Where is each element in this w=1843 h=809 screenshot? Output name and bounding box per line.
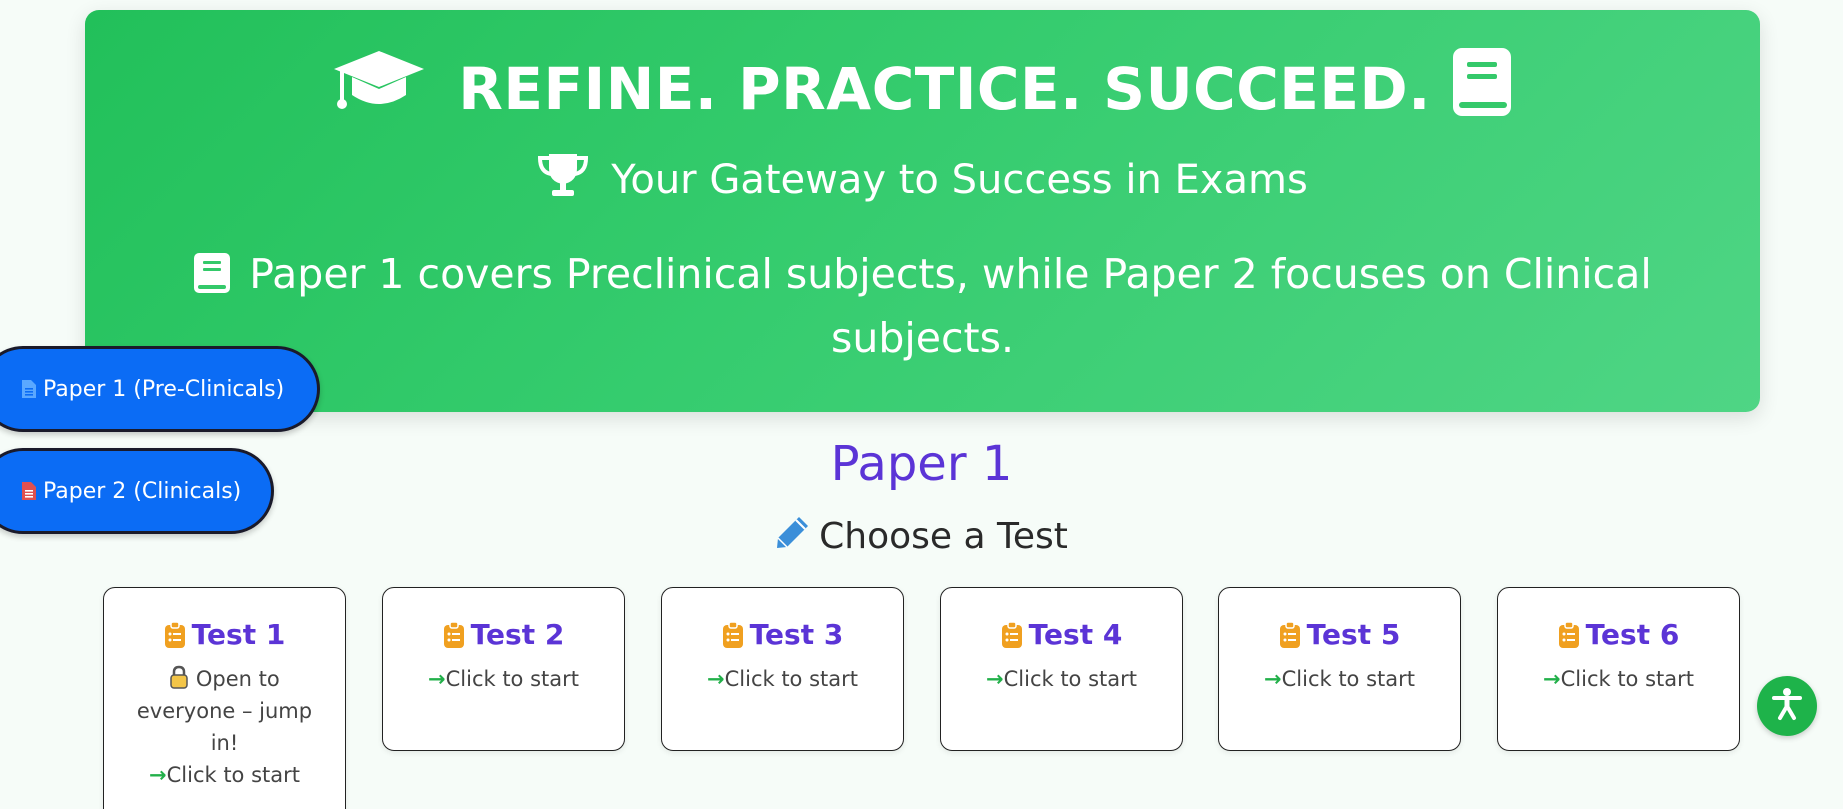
book-icon [1451, 46, 1513, 132]
start-link-text: Click to start [166, 763, 300, 787]
clipboard-icon [443, 620, 464, 648]
pencil-icon [775, 514, 819, 559]
test-title: Test 4 [941, 618, 1182, 651]
start-link[interactable]: →Click to start [383, 663, 624, 695]
choose-test-label: Choose a Test [819, 516, 1068, 557]
test-note-text: Open to everyone – jump in! [136, 667, 313, 755]
test-card-6[interactable]: Test 6 →Click to start [1497, 587, 1740, 751]
test-title-text: Test 1 [191, 618, 286, 651]
clipboard-icon [1558, 620, 1579, 648]
test-note: Open to everyone – jump in! [132, 663, 317, 759]
test-card-1[interactable]: Test 1 Open to everyone – jump in! →Clic… [103, 587, 346, 809]
clipboard-icon [1279, 620, 1300, 648]
test-title-text: Test 2 [470, 618, 565, 651]
test-title-text: Test 4 [1028, 618, 1123, 651]
paper1-button[interactable]: Paper 1 (Pre-Clinicals) [0, 346, 320, 432]
accessibility-icon [1769, 686, 1805, 726]
test-card-4[interactable]: Test 4 →Click to start [940, 587, 1183, 751]
start-link[interactable]: →Click to start [662, 663, 903, 695]
start-link[interactable]: →Click to start [941, 663, 1182, 695]
hero-subtitle: Your Gateway to Success in Exams [85, 152, 1760, 208]
arrow-right-icon: → [1264, 667, 1282, 691]
hero-banner: REFINE. PRACTICE. SUCCEED. Your Gateway … [85, 10, 1760, 412]
paper1-button-label: Paper 1 (Pre-Clinicals) [43, 376, 285, 402]
test-card-2[interactable]: Test 2 →Click to start [382, 587, 625, 751]
start-link-text: Click to start [724, 667, 858, 691]
start-link-text: Click to start [445, 667, 579, 691]
arrow-right-icon: → [149, 763, 167, 787]
test-card-5[interactable]: Test 5 →Click to start [1218, 587, 1461, 751]
test-title: Test 5 [1219, 618, 1460, 651]
test-title: Test 6 [1498, 618, 1739, 651]
start-link-text: Click to start [1003, 667, 1137, 691]
hero-title: REFINE. PRACTICE. SUCCEED. [85, 46, 1760, 132]
start-link[interactable]: →Click to start [104, 759, 345, 791]
arrow-right-icon: → [707, 667, 725, 691]
graduation-cap-icon [332, 49, 426, 129]
hero-subtitle-text: Your Gateway to Success in Exams [611, 157, 1308, 203]
arrow-right-icon: → [1543, 667, 1561, 691]
start-link[interactable]: →Click to start [1219, 663, 1460, 695]
trophy-icon [537, 152, 589, 208]
test-title-text: Test 3 [749, 618, 844, 651]
start-link-text: Click to start [1560, 667, 1694, 691]
arrow-right-icon: → [428, 667, 446, 691]
book-icon [194, 253, 231, 293]
test-title: Test 2 [383, 618, 624, 651]
file-icon [21, 379, 37, 399]
test-title: Test 1 [104, 618, 345, 651]
test-card-3[interactable]: Test 3 →Click to start [661, 587, 904, 751]
hero-description-text: Paper 1 covers Preclinical subjects, whi… [249, 250, 1652, 362]
start-link-text: Click to start [1281, 667, 1415, 691]
accessibility-button[interactable] [1757, 676, 1817, 736]
test-title-text: Test 6 [1585, 618, 1680, 651]
section-title: Paper 1 [830, 436, 1013, 492]
test-title: Test 3 [662, 618, 903, 651]
test-title-text: Test 5 [1306, 618, 1401, 651]
lock-icon [169, 665, 196, 691]
hero-title-text: REFINE. PRACTICE. SUCCEED. [458, 55, 1431, 123]
clipboard-icon [164, 620, 185, 648]
clipboard-icon [1001, 620, 1022, 648]
start-link[interactable]: →Click to start [1498, 663, 1739, 695]
hero-description: Paper 1 covers Preclinical subjects, whi… [185, 242, 1660, 370]
choose-test-heading: Choose a Test [0, 514, 1843, 559]
arrow-right-icon: → [986, 667, 1004, 691]
clipboard-icon [722, 620, 743, 648]
